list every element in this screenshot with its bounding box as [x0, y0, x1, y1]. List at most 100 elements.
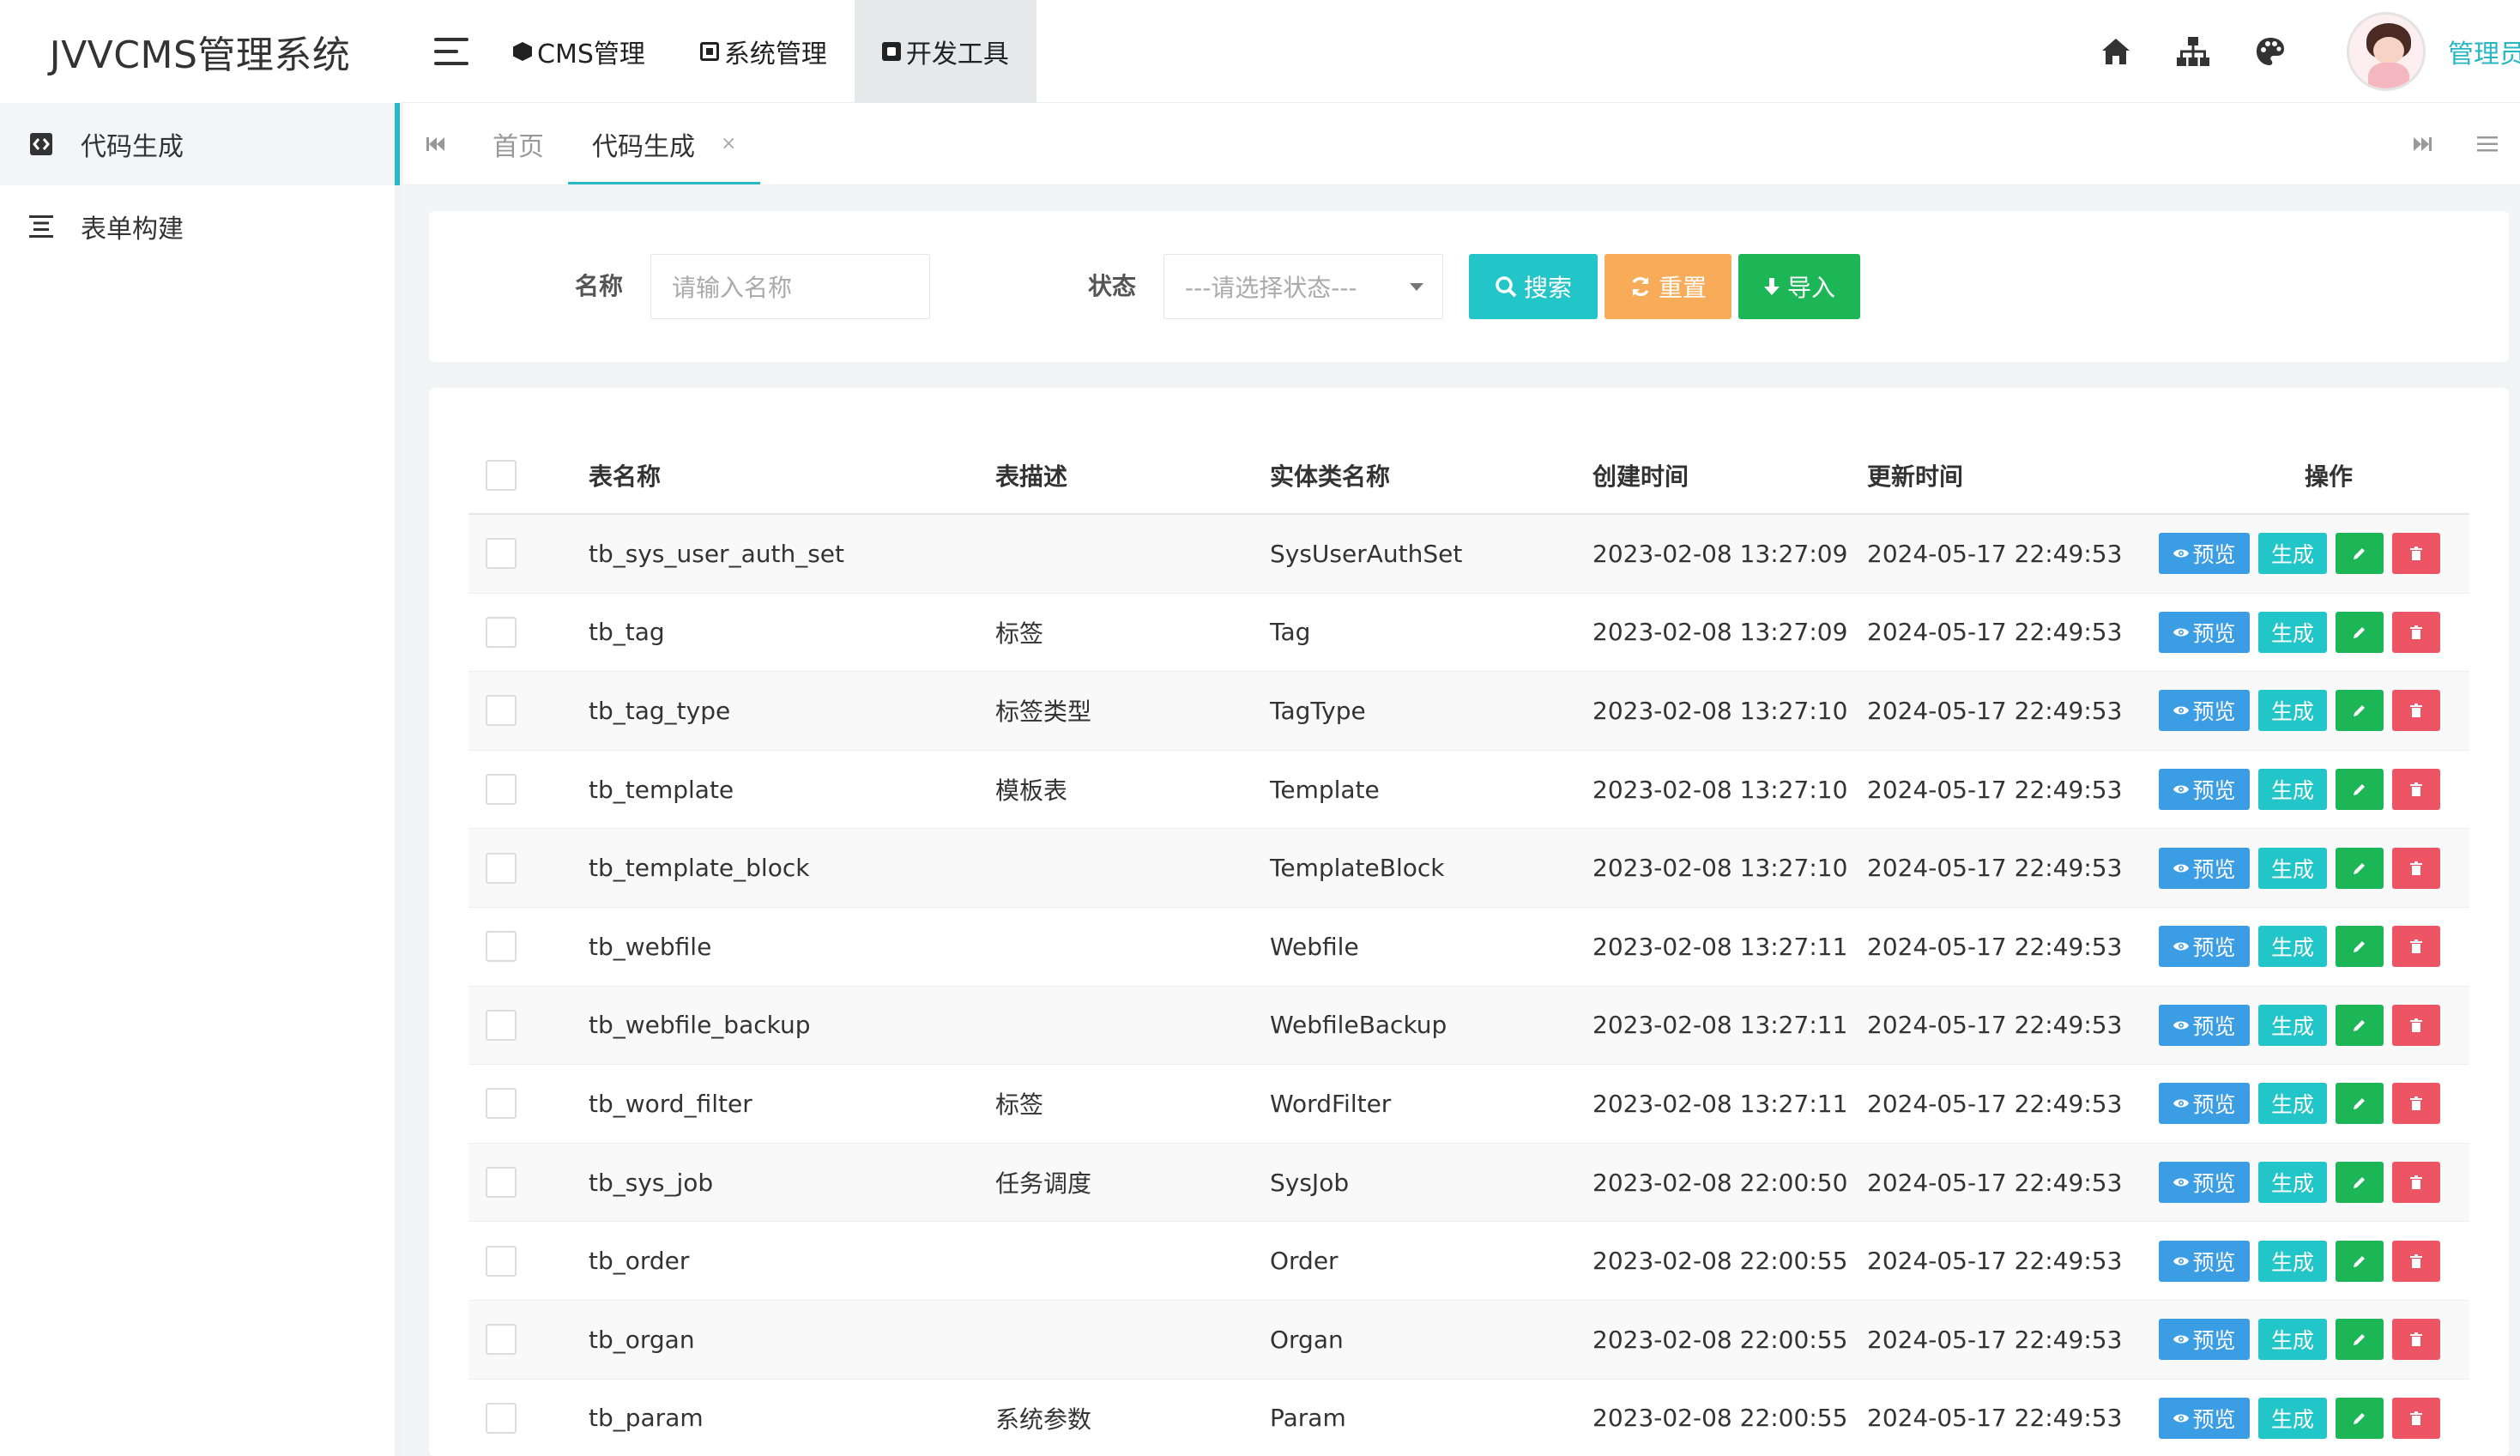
sidebar-item-codegen[interactable]: 代码生成	[0, 103, 400, 185]
topnav-item-system[interactable]: 系统管理	[673, 0, 855, 103]
delete-button[interactable]	[2392, 1083, 2440, 1125]
tab-close-icon[interactable]: ×	[721, 133, 736, 154]
tabs-menu-button[interactable]	[2455, 103, 2520, 184]
generate-button[interactable]: 生成	[2258, 847, 2327, 889]
theme-button[interactable]	[2232, 0, 2309, 103]
topnav-item-cms[interactable]: CMS管理	[486, 0, 673, 103]
import-button[interactable]: 导入	[1738, 254, 1860, 319]
delete-button[interactable]	[2392, 1004, 2440, 1046]
header-table-name[interactable]: 表名称	[589, 458, 661, 492]
table-row[interactable]: tb_webfile_backup WebfileBackup 2023-02-08…	[468, 986, 2469, 1066]
generate-button[interactable]: 生成	[2258, 611, 2327, 653]
preview-button[interactable]: 预览	[2159, 926, 2250, 968]
tabs-scroll-right-button[interactable]	[2390, 103, 2455, 184]
name-input[interactable]: 请输入名称	[650, 254, 930, 319]
edit-button[interactable]	[2336, 1240, 2384, 1282]
table-row[interactable]: tb_organ Organ 2023-02-08 22:00:55 2024-05-…	[468, 1300, 2469, 1380]
preview-button[interactable]: 预览	[2159, 1083, 2250, 1125]
topnav-item-devtools[interactable]: 开发工具	[854, 0, 1036, 103]
edit-button[interactable]	[2336, 1319, 2384, 1361]
table-row[interactable]: tb_sys_job 任务调度 SysJob 2023-02-08 22:00:50 2…	[468, 1143, 2469, 1223]
row-checkbox[interactable]	[486, 1245, 517, 1277]
generate-button[interactable]: 生成	[2258, 1083, 2327, 1125]
search-button[interactable]: 搜索	[1469, 254, 1598, 319]
table-row[interactable]: tb_param 系统参数 Param 2023-02-08 22:00:55 2024…	[468, 1380, 2469, 1456]
row-checkbox[interactable]	[486, 931, 517, 963]
tabs-scroll-left-button[interactable]	[403, 103, 468, 184]
table-row[interactable]: tb_sys_user_auth_set SysUserAuthSet 2023-0…	[468, 515, 2469, 594]
table-row[interactable]: tb_tag_type 标签类型 TagType 2023-02-08 13:27:1…	[468, 672, 2469, 751]
edit-button[interactable]	[2336, 769, 2384, 811]
preview-button[interactable]: 预览	[2159, 611, 2250, 653]
delete-button[interactable]	[2392, 1162, 2440, 1204]
edit-button[interactable]	[2336, 926, 2384, 968]
table-row[interactable]: tb_word_filter 标签 WordFilter 2023-02-08 13:…	[468, 1065, 2469, 1144]
table-row[interactable]: tb_webfile Webfile 2023-02-08 13:27:11 2024…	[468, 908, 2469, 987]
row-checkbox[interactable]	[486, 1088, 517, 1120]
generate-button[interactable]: 生成	[2258, 690, 2327, 732]
delete-button[interactable]	[2392, 611, 2440, 653]
preview-button[interactable]: 预览	[2159, 1319, 2250, 1361]
row-checkbox[interactable]	[486, 1324, 517, 1356]
preview-button[interactable]: 预览	[2159, 1240, 2250, 1282]
header-table-desc[interactable]: 表描述	[995, 458, 1067, 492]
delete-button[interactable]	[2392, 1240, 2440, 1282]
select-all-checkbox[interactable]	[486, 460, 517, 491]
edit-button[interactable]	[2336, 1162, 2384, 1204]
table-row[interactable]: tb_order Order 2023-02-08 22:00:55 2024-05-…	[468, 1222, 2469, 1301]
tab-home[interactable]: 首页	[468, 103, 568, 184]
generate-button[interactable]: 生成	[2258, 926, 2327, 968]
delete-button[interactable]	[2392, 926, 2440, 968]
edit-button[interactable]	[2336, 611, 2384, 653]
edit-button[interactable]	[2336, 690, 2384, 732]
row-checkbox[interactable]	[486, 1402, 517, 1434]
status-select[interactable]: ---请选择状态---	[1163, 254, 1443, 319]
table-row[interactable]: tb_tag 标签 Tag 2023-02-08 13:27:09 2024-05-17…	[468, 594, 2469, 673]
menu-toggle-button[interactable]	[417, 0, 486, 103]
header-entity-name[interactable]: 实体类名称	[1270, 458, 1390, 492]
generate-button[interactable]: 生成	[2258, 1240, 2327, 1282]
row-checkbox[interactable]	[486, 1167, 517, 1199]
edit-button[interactable]	[2336, 1004, 2384, 1046]
generate-button[interactable]: 生成	[2258, 1162, 2327, 1204]
delete-button[interactable]	[2392, 769, 2440, 811]
table-row[interactable]: tb_template 模板表 Template 2023-02-08 13:27:1…	[468, 751, 2469, 830]
avatar[interactable]	[2347, 12, 2426, 91]
edit-button[interactable]	[2336, 1397, 2384, 1439]
preview-button[interactable]: 预览	[2159, 769, 2250, 811]
row-checkbox[interactable]	[486, 538, 517, 570]
generate-button[interactable]: 生成	[2258, 1397, 2327, 1439]
preview-button[interactable]: 预览	[2159, 847, 2250, 889]
generate-button[interactable]: 生成	[2258, 769, 2327, 811]
delete-button[interactable]	[2392, 847, 2440, 889]
preview-button[interactable]: 预览	[2159, 690, 2250, 732]
generate-button[interactable]: 生成	[2258, 533, 2327, 575]
header-created-time[interactable]: 创建时间	[1592, 458, 1689, 492]
generate-button[interactable]: 生成	[2258, 1319, 2327, 1361]
sitemap-button[interactable]	[2154, 0, 2232, 103]
edit-button[interactable]	[2336, 533, 2384, 575]
home-button[interactable]	[2077, 0, 2154, 103]
reset-button[interactable]: 重置	[1604, 254, 1731, 319]
tab-codegen[interactable]: 代码生成 ×	[568, 103, 761, 184]
table-row[interactable]: tb_template_block TemplateBlock 2023-02-08…	[468, 829, 2469, 908]
row-checkbox[interactable]	[486, 695, 517, 727]
row-checkbox[interactable]	[486, 616, 517, 648]
edit-button[interactable]	[2336, 1083, 2384, 1125]
header-updated-time[interactable]: 更新时间	[1867, 458, 1963, 492]
delete-button[interactable]	[2392, 1397, 2440, 1439]
username-label[interactable]: 管理员	[2448, 33, 2520, 70]
delete-button[interactable]	[2392, 533, 2440, 575]
delete-button[interactable]	[2392, 690, 2440, 732]
preview-button[interactable]: 预览	[2159, 1004, 2250, 1046]
row-checkbox[interactable]	[486, 774, 517, 806]
preview-button[interactable]: 预览	[2159, 1162, 2250, 1204]
preview-button[interactable]: 预览	[2159, 1397, 2250, 1439]
preview-button[interactable]: 预览	[2159, 533, 2250, 575]
row-checkbox[interactable]	[486, 852, 517, 884]
edit-button[interactable]	[2336, 847, 2384, 889]
row-checkbox[interactable]	[486, 1009, 517, 1041]
delete-button[interactable]	[2392, 1319, 2440, 1361]
sidebar-item-formbuild[interactable]: 表单构建	[0, 185, 395, 268]
generate-button[interactable]: 生成	[2258, 1004, 2327, 1046]
